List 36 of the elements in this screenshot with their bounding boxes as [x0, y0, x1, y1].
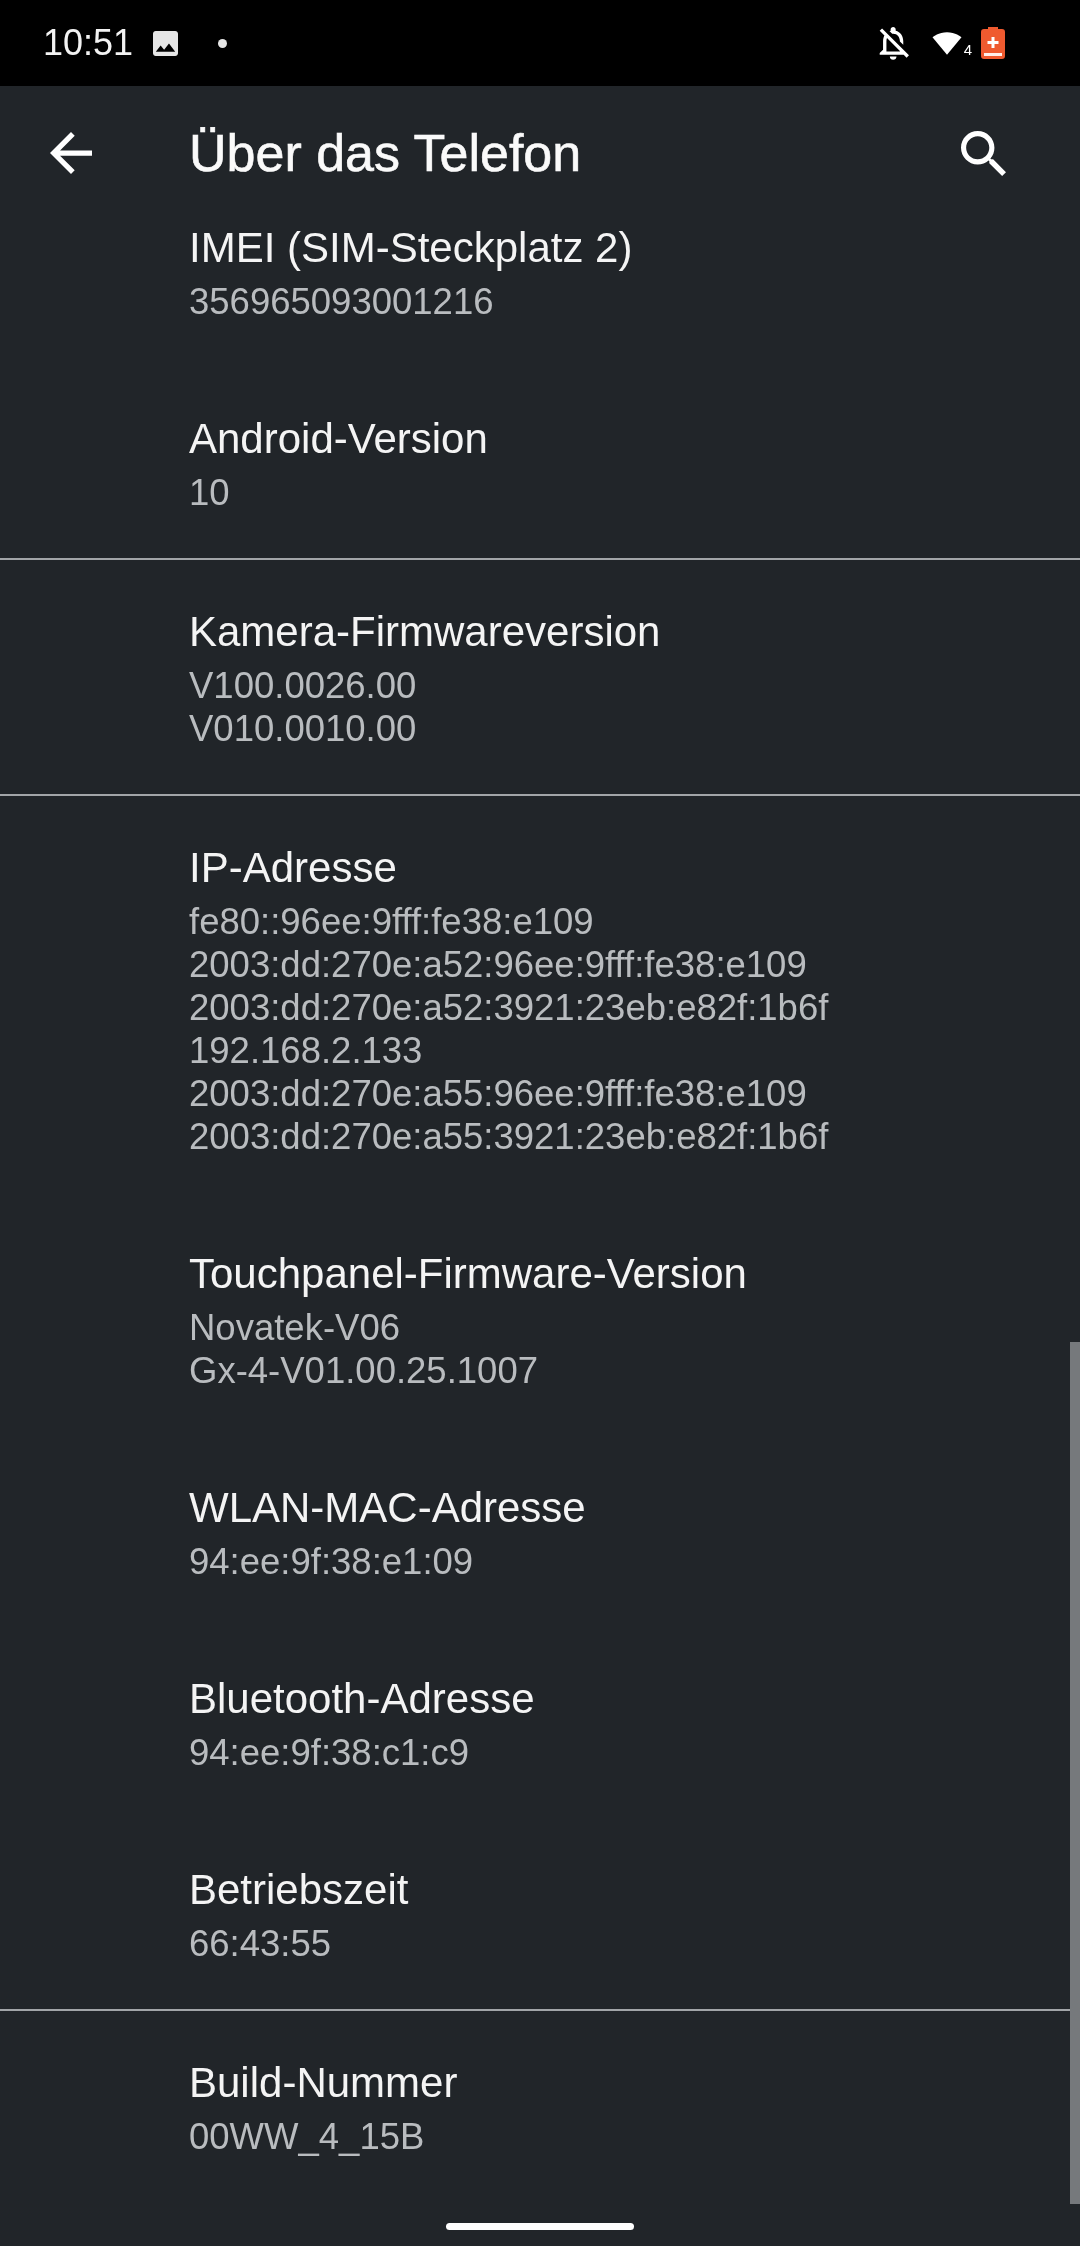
- dot-icon: [218, 38, 228, 48]
- setting-value: 00WW_4_15B: [189, 2115, 425, 2158]
- setting-value: 192.168.2.133: [189, 1029, 423, 1072]
- clock-time: 10:51: [43, 25, 134, 61]
- setting-value: Novatek-V06: [189, 1306, 400, 1349]
- setting-value: 94:ee:9f:38:c1:c9: [189, 1731, 470, 1774]
- setting-value: V010.0010.00: [189, 707, 417, 750]
- setting-title: WLAN-MAC-Adresse: [189, 1483, 587, 1533]
- gesture-handle[interactable]: [446, 2222, 634, 2230]
- setting-title: Betriebszeit: [189, 1865, 410, 1915]
- setting-value: 10: [189, 471, 230, 514]
- setting-value: 66:43:55: [189, 1922, 332, 1965]
- setting-value: fe80::96ee:9fff:fe38:e109: [189, 900, 594, 943]
- image-icon: [153, 30, 179, 56]
- bell-off-icon: [877, 26, 910, 60]
- setting-value: 94:ee:9f:38:e1:09: [189, 1540, 474, 1583]
- setting-value: V100.0026.00: [189, 664, 417, 707]
- setting-title: Build-Nummer: [189, 2058, 459, 2108]
- setting-value: 2003:dd:270e:a52:96ee:9fff:fe38:e109: [189, 943, 807, 986]
- setting-title: Kamera-Firmwareversion: [189, 607, 662, 657]
- setting-value: 2003:dd:270e:a55:96ee:9fff:fe38:e109: [189, 1072, 807, 1115]
- back-arrow-icon: [50, 132, 92, 174]
- screen-title: Über das Telefon: [189, 122, 582, 184]
- wifi-icon: [931, 31, 962, 55]
- setting-value: 2003:dd:270e:a55:3921:23eb:e82f:1b6f: [189, 1115, 829, 1158]
- setting-title: IMEI (SIM-Steckplatz 2): [189, 223, 634, 273]
- setting-title: Android-Version: [189, 414, 489, 464]
- setting-title: Touchpanel-Firmware-Version: [189, 1249, 748, 1299]
- wifi-standard-label: 4: [963, 42, 972, 57]
- setting-value: Gx-4-V01.00.25.1007: [189, 1349, 538, 1392]
- setting-title: IP-Adresse: [189, 843, 398, 893]
- search-icon: [960, 130, 1006, 176]
- setting-value: 2003:dd:270e:a52:3921:23eb:e82f:1b6f: [189, 986, 829, 1029]
- battery-icon: [981, 27, 1005, 59]
- setting-value: 356965093001216: [189, 280, 494, 323]
- setting-title: Bluetooth-Adresse: [189, 1674, 536, 1724]
